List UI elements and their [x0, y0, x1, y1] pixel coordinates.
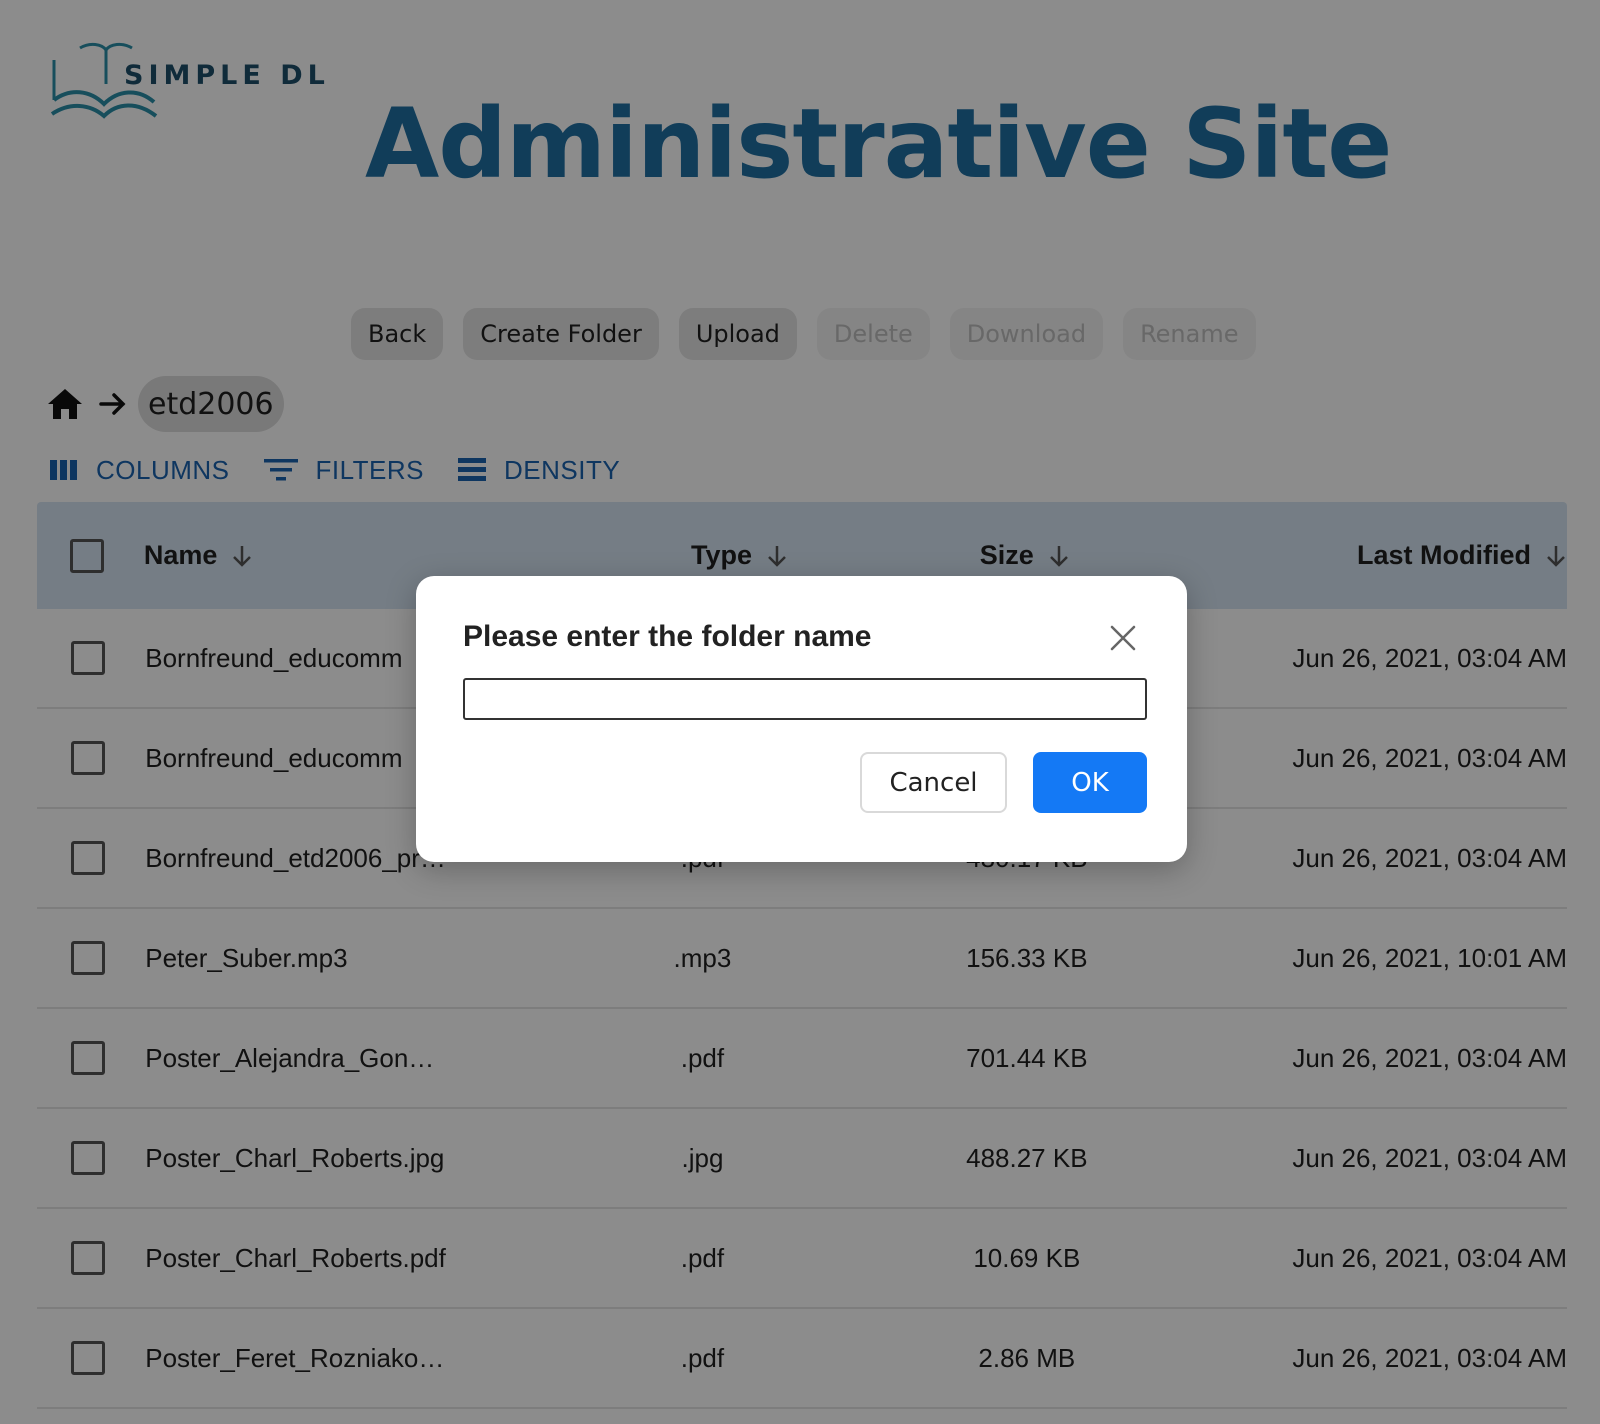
create-folder-dialog: Please enter the folder name Cancel OK [416, 576, 1187, 862]
page: SIMPLE DL Administrative Site Back Creat… [0, 0, 1600, 1424]
ok-button[interactable]: OK [1033, 752, 1147, 813]
dialog-title: Please enter the folder name [463, 620, 872, 653]
close-icon[interactable] [1109, 624, 1137, 652]
cancel-button[interactable]: Cancel [860, 752, 1007, 813]
folder-name-input[interactable] [463, 678, 1147, 720]
